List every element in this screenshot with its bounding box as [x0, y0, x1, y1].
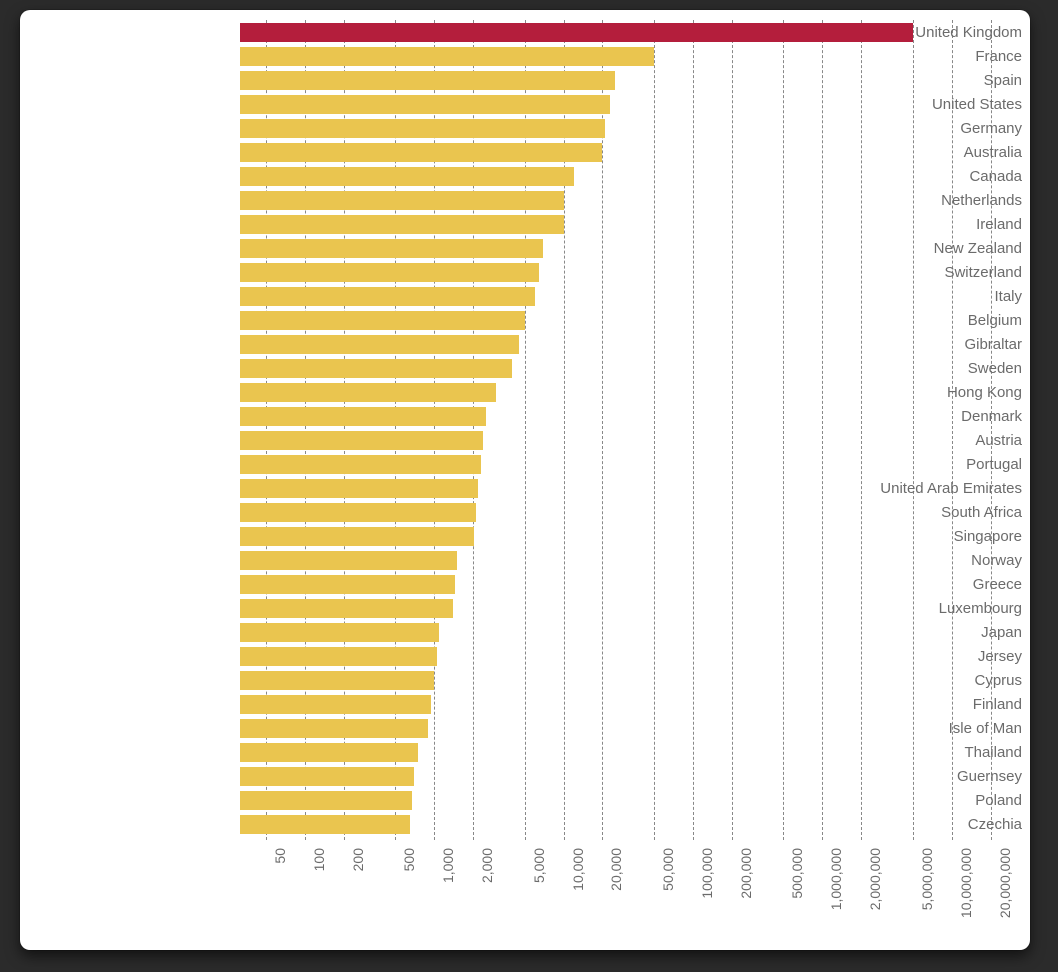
bar	[240, 503, 476, 522]
bar	[240, 287, 535, 306]
y-category-label: Gibraltar	[812, 337, 1022, 352]
x-tick-label: 100,000	[699, 848, 715, 950]
bar	[240, 167, 574, 186]
y-category-label: Guernsey	[812, 769, 1022, 784]
x-gridline	[783, 20, 784, 840]
y-category-label: United Arab Emirates	[812, 481, 1022, 496]
y-category-label: New Zealand	[812, 241, 1022, 256]
bar	[240, 431, 483, 450]
x-tick-label: 20,000,000	[997, 848, 1013, 950]
bar	[240, 119, 605, 138]
bar	[240, 527, 474, 546]
y-category-label: Isle of Man	[812, 721, 1022, 736]
x-gridline	[693, 20, 694, 840]
x-gridline	[732, 20, 733, 840]
bar	[240, 719, 428, 738]
y-category-label: Cyprus	[812, 673, 1022, 688]
y-category-label: Australia	[812, 145, 1022, 160]
x-gridline	[654, 20, 655, 840]
x-tick-label: 5,000,000	[919, 848, 935, 950]
y-category-label: Ireland	[812, 217, 1022, 232]
y-category-label: Denmark	[812, 409, 1022, 424]
y-category-label: Germany	[812, 121, 1022, 136]
x-tick-label: 200	[350, 848, 366, 950]
x-gridline	[991, 20, 992, 840]
bar	[240, 47, 654, 66]
y-category-label: Italy	[812, 289, 1022, 304]
y-category-label: Singapore	[812, 529, 1022, 544]
y-category-label: France	[812, 49, 1022, 64]
y-category-label: Japan	[812, 625, 1022, 640]
y-category-label: Netherlands	[812, 193, 1022, 208]
y-category-label: Hong Kong	[812, 385, 1022, 400]
x-tick-label: 50	[272, 848, 288, 950]
bar	[240, 599, 453, 618]
x-tick-label: 10,000,000	[958, 848, 974, 950]
bar	[240, 479, 478, 498]
y-category-label: Austria	[812, 433, 1022, 448]
bar	[240, 71, 615, 90]
bar	[240, 191, 564, 210]
bar	[240, 95, 610, 114]
y-category-label: Portugal	[812, 457, 1022, 472]
y-category-label: Jersey	[812, 649, 1022, 664]
y-category-label: Poland	[812, 793, 1022, 808]
bar	[240, 815, 410, 834]
x-tick-label: 1,000,000	[828, 848, 844, 950]
y-category-label: Belgium	[812, 313, 1022, 328]
y-category-label: South Africa	[812, 505, 1022, 520]
bar	[240, 239, 543, 258]
bar	[240, 551, 457, 570]
bar	[240, 335, 519, 354]
x-gridline	[822, 20, 823, 840]
x-tick-label: 1,000	[440, 848, 456, 950]
bar	[240, 575, 455, 594]
bar	[240, 623, 439, 642]
chart-card: 50 100 200 500 1,000 2,000 5,000 10,000 20,000 50…	[20, 10, 1030, 950]
y-category-label: Spain	[812, 73, 1022, 88]
bar	[240, 23, 913, 42]
x-gridline	[913, 20, 914, 840]
bar	[240, 383, 496, 402]
x-tick-label: 500	[401, 848, 417, 950]
x-tick-label: 200,000	[738, 848, 754, 950]
x-gridline	[952, 20, 953, 840]
bar	[240, 647, 437, 666]
chart-plot: 50 100 200 500 1,000 2,000 5,000 10,000 20,000 50…	[20, 20, 1030, 950]
bar	[240, 359, 512, 378]
x-tick-label: 50,000	[660, 848, 676, 950]
bar	[240, 671, 434, 690]
x-tick-label: 2,000,000	[867, 848, 883, 950]
bar	[240, 215, 564, 234]
y-category-label: United States	[812, 97, 1022, 112]
y-category-label: Switzerland	[812, 265, 1022, 280]
x-tick-label: 20,000	[608, 848, 624, 950]
x-tick-label: 10,000	[570, 848, 586, 950]
y-category-label: Greece	[812, 577, 1022, 592]
x-tick-label: 5,000	[531, 848, 547, 950]
bar	[240, 791, 412, 810]
bar	[240, 263, 539, 282]
bar	[240, 455, 481, 474]
y-category-label: Finland	[812, 697, 1022, 712]
y-category-label: Czechia	[812, 817, 1022, 832]
x-tick-label: 500,000	[789, 848, 805, 950]
y-category-label: Norway	[812, 553, 1022, 568]
bar	[240, 311, 525, 330]
bar	[240, 407, 486, 426]
y-category-label: Sweden	[812, 361, 1022, 376]
y-category-label: Thailand	[812, 745, 1022, 760]
x-tick-label: 100	[311, 848, 327, 950]
y-category-label: Canada	[812, 169, 1022, 184]
bar	[240, 143, 602, 162]
bar	[240, 767, 414, 786]
bar	[240, 743, 418, 762]
y-category-label: Luxembourg	[812, 601, 1022, 616]
x-tick-label: 2,000	[479, 848, 495, 950]
x-gridline	[602, 20, 603, 840]
bar	[240, 695, 431, 714]
x-gridline	[861, 20, 862, 840]
